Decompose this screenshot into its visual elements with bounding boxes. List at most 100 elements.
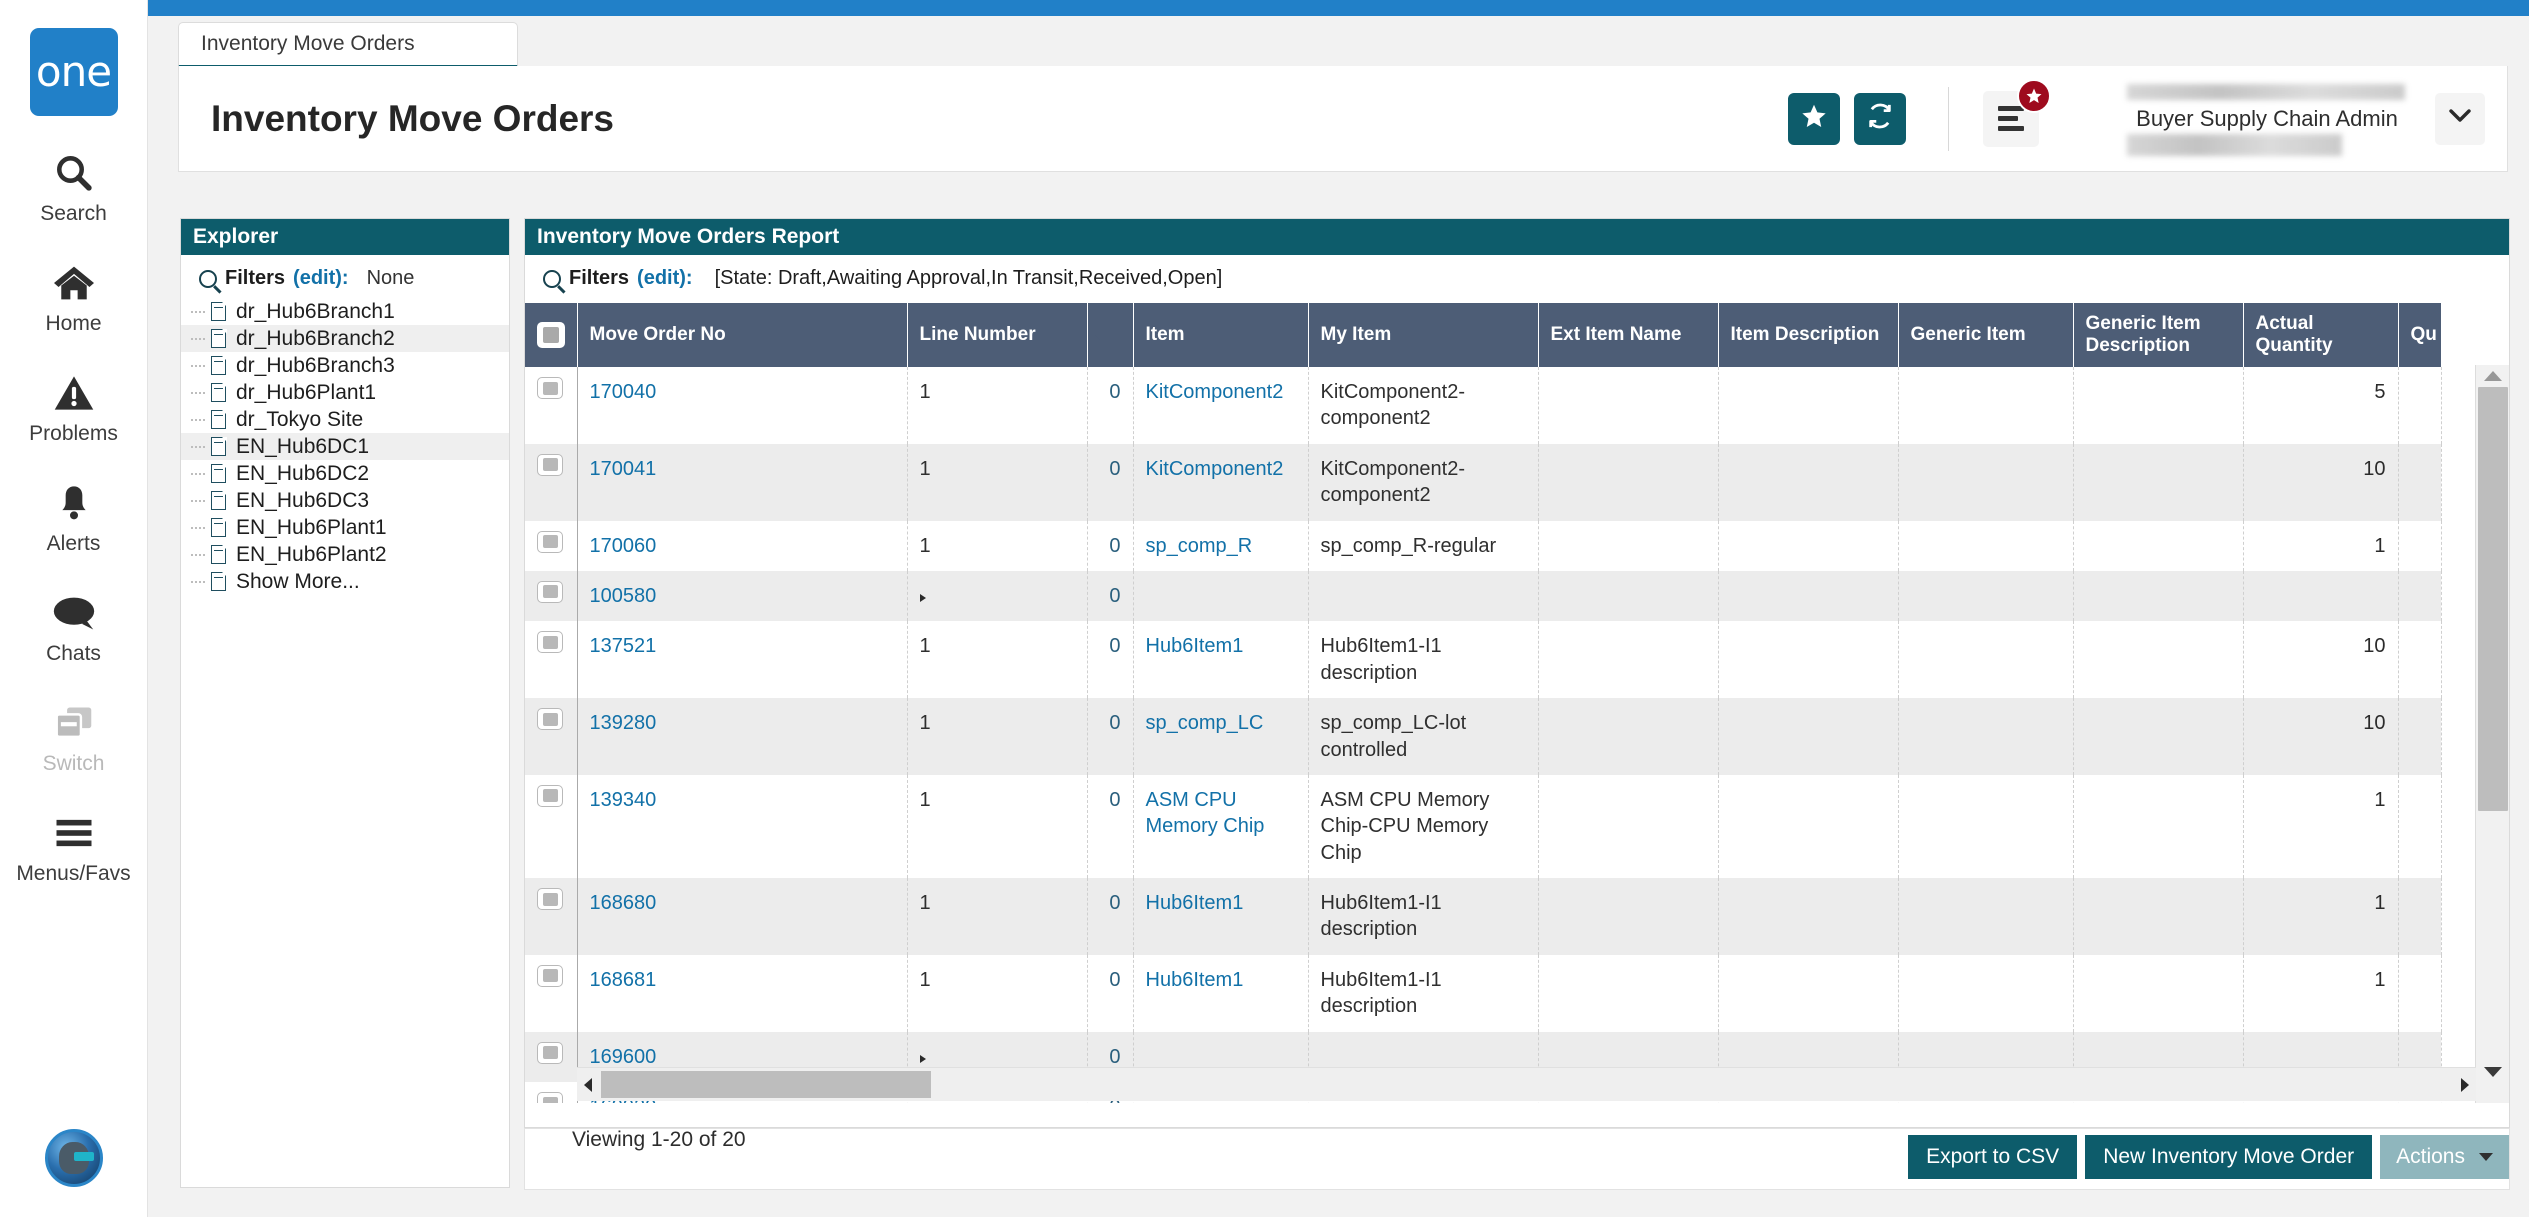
horizontal-scroll-thumb[interactable]	[601, 1071, 931, 1098]
cell-my-item: KitComponent2-component2	[1308, 443, 1539, 521]
col-line-number[interactable]: Line Number	[907, 303, 1088, 367]
col-generic-item-description[interactable]: Generic Item Description	[2073, 303, 2244, 367]
table-body: 170040 1 0 KitComponent2 KitComponent2-compo…	[525, 367, 2442, 1103]
select-all-header[interactable]	[525, 303, 578, 367]
favorite-button[interactable]	[1788, 92, 1840, 145]
row-checkbox[interactable]	[537, 784, 563, 807]
cell-move-order-no[interactable]: 100580	[577, 570, 908, 622]
cell-item[interactable]: ASM CPU Memory Chip	[1133, 774, 1309, 879]
one-logo[interactable]: one	[29, 28, 118, 116]
tree-node-label: dr_Hub6Branch2	[236, 326, 395, 350]
scroll-right-arrow-icon[interactable]	[2461, 1077, 2469, 1092]
row-checkbox[interactable]	[537, 580, 563, 603]
table-row[interactable]: 137521 1 0 Hub6Item1 Hub6Item1-I1 descriptio…	[525, 621, 2442, 699]
table-row[interactable]: 170060 1 0 sp_comp_R sp_comp_R-regular 1	[525, 520, 2442, 571]
tree-node-show-more[interactable]: Show More...	[181, 568, 509, 595]
cell-item[interactable]: Hub6Item1	[1133, 878, 1309, 955]
table-row[interactable]: 139340 1 0 ASM CPU Memory Chip ASM CPU Memor…	[525, 774, 2442, 879]
col-document[interactable]	[1087, 303, 1134, 367]
expand-arrow-icon[interactable]	[919, 593, 926, 602]
user-avatar[interactable]	[44, 1129, 103, 1187]
row-checkbox[interactable]	[537, 888, 563, 911]
tree-node[interactable]: EN_Hub6DC2	[181, 460, 509, 487]
cell-item[interactable]: sp_comp_R	[1133, 520, 1309, 571]
cell-item[interactable]	[1133, 570, 1309, 622]
row-checkbox[interactable]	[537, 377, 563, 399]
explorer-filters-edit-link[interactable]: (edit):	[293, 267, 349, 290]
table-row[interactable]: 100580 0	[525, 570, 2442, 622]
new-inventory-move-order-button[interactable]: New Inventory Move Order	[2085, 1135, 2373, 1179]
cell-move-order-no[interactable]: 170040	[577, 367, 908, 444]
sidebar-item-alerts[interactable]: Alerts	[0, 480, 148, 556]
refresh-button[interactable]	[1854, 92, 1906, 145]
row-checkbox[interactable]	[537, 708, 563, 731]
sidebar-item-switch[interactable]: Switch	[0, 700, 148, 776]
table-vertical-scrollbar[interactable]	[2475, 365, 2509, 1103]
tab-inventory-move-orders[interactable]: Inventory Move Orders	[178, 22, 518, 68]
vertical-scroll-thumb[interactable]	[2478, 387, 2508, 811]
tab-label: Inventory Move Orders	[201, 32, 415, 55]
cell-quantity-partial	[2398, 367, 2442, 444]
col-quantity-partial[interactable]: Qu	[2398, 303, 2442, 367]
export-to-csv-button[interactable]: Export to CSV	[1908, 1135, 2078, 1179]
sidebar-item-menus-favs[interactable]: Menus/Favs	[0, 810, 148, 886]
table-row[interactable]: 170041 1 0 KitComponent2 KitComponent2-compo…	[525, 443, 2442, 521]
sidebar-item-search[interactable]: Search	[0, 150, 148, 226]
row-checkbox[interactable]	[537, 631, 563, 654]
cell-move-order-no[interactable]: 168680	[577, 878, 908, 955]
tree-node[interactable]: dr_Hub6Plant1	[181, 379, 509, 406]
col-move-order-no[interactable]: Move Order No	[577, 303, 908, 367]
tree-node[interactable]: EN_Hub6Plant1	[181, 514, 509, 541]
cell-move-order-no[interactable]: 139340	[577, 774, 908, 879]
logo-text: one	[35, 47, 112, 96]
sidebar-item-home[interactable]: Home	[0, 260, 148, 336]
tree-node[interactable]: dr_Hub6Branch1	[181, 298, 509, 325]
cell-item[interactable]: sp_comp_LC	[1133, 698, 1309, 775]
sidebar-item-problems[interactable]: Problems	[0, 370, 148, 446]
select-all-checkbox[interactable]	[537, 322, 565, 348]
table-row[interactable]: 170040 1 0 KitComponent2 KitComponent2-compo…	[525, 367, 2442, 444]
cell-item[interactable]: KitComponent2	[1133, 367, 1309, 444]
table-row[interactable]: 168681 1 0 Hub6Item1 Hub6Item1-I1 descriptio…	[525, 954, 2442, 1032]
user-menu-button[interactable]	[2435, 92, 2485, 145]
cell-item[interactable]: Hub6Item1	[1133, 954, 1309, 1032]
col-actual-quantity[interactable]: Actual Quantity	[2243, 303, 2399, 367]
table-row[interactable]: 168680 1 0 Hub6Item1 Hub6Item1-I1 descriptio…	[525, 878, 2442, 955]
cell-move-order-no[interactable]: 170041	[577, 443, 908, 521]
row-checkbox[interactable]	[537, 1041, 563, 1064]
cell-move-order-no[interactable]: 137521	[577, 621, 908, 699]
table-horizontal-scrollbar[interactable]	[577, 1067, 2476, 1101]
cell-move-order-no[interactable]: 170060	[577, 520, 908, 571]
list-menu-button[interactable]	[1983, 78, 2051, 147]
report-filters-edit-link[interactable]: (edit):	[637, 267, 693, 290]
tree-node[interactable]: dr_Hub6Branch2	[181, 325, 509, 352]
cell-move-order-no[interactable]: 168681	[577, 954, 908, 1032]
table-row[interactable]: 139280 1 0 sp_comp_LC sp_comp_LC-lot control…	[525, 698, 2442, 775]
col-my-item[interactable]: My Item	[1308, 303, 1539, 367]
col-ext-item-name[interactable]: Ext Item Name	[1538, 303, 1719, 367]
actions-button[interactable]: Actions	[2380, 1135, 2509, 1179]
cell-item[interactable]: Hub6Item1	[1133, 621, 1309, 699]
top-accent-bar	[148, 0, 2529, 16]
scroll-left-arrow-icon[interactable]	[584, 1077, 592, 1092]
scroll-down-arrow-icon[interactable]	[2483, 1067, 2502, 1077]
scroll-up-arrow-icon[interactable]	[2483, 371, 2502, 381]
col-generic-item[interactable]: Generic Item	[1898, 303, 2074, 367]
col-item[interactable]: Item	[1133, 303, 1309, 367]
row-checkbox[interactable]	[537, 964, 563, 987]
tree-node[interactable]: dr_Tokyo Site	[181, 406, 509, 433]
tree-node[interactable]: EN_Hub6Plant2	[181, 541, 509, 568]
col-item-description[interactable]: Item Description	[1718, 303, 1899, 367]
cell-item-description	[1718, 520, 1899, 571]
expand-arrow-icon[interactable]	[919, 1054, 926, 1063]
sidebar-item-chats[interactable]: Chats	[0, 590, 148, 666]
cell-move-order-no[interactable]: 139280	[577, 698, 908, 775]
row-checkbox[interactable]	[537, 453, 563, 476]
tree-node[interactable]: EN_Hub6DC3	[181, 487, 509, 514]
row-checkbox[interactable]	[537, 1092, 563, 1103]
cell-ext-item-name	[1538, 443, 1719, 521]
row-checkbox[interactable]	[537, 530, 563, 553]
cell-item[interactable]: KitComponent2	[1133, 443, 1309, 521]
tree-node-selected[interactable]: EN_Hub6DC1	[181, 433, 509, 460]
tree-node[interactable]: dr_Hub6Branch3	[181, 352, 509, 379]
